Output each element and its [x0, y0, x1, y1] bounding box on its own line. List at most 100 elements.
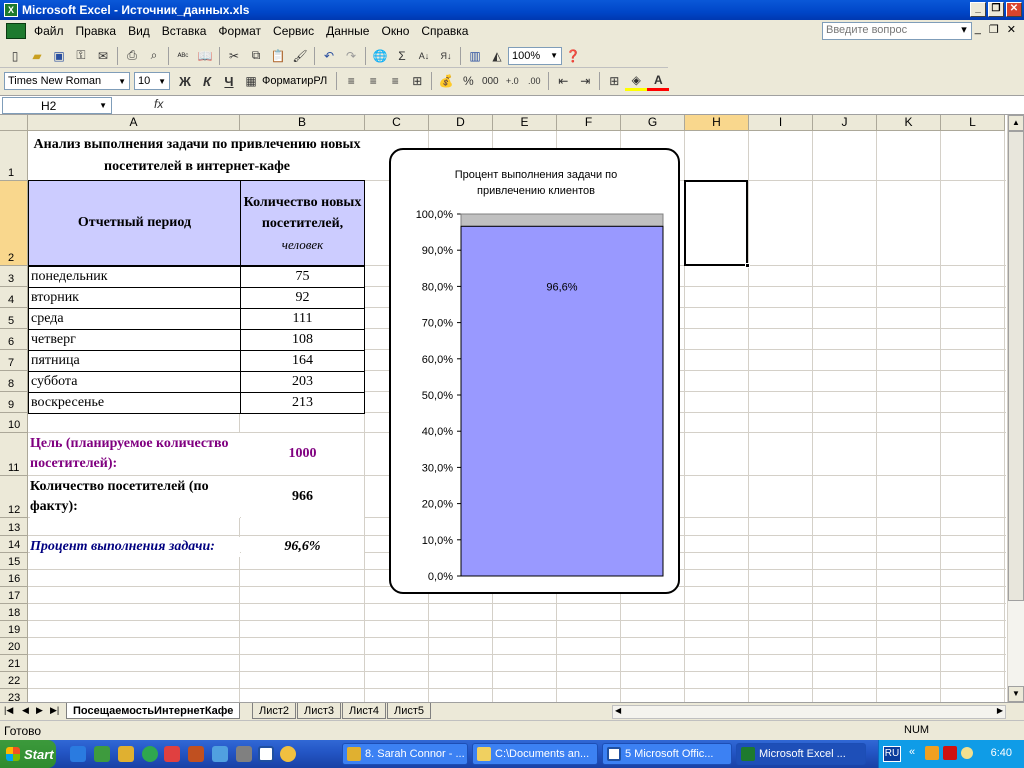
- doc-minimize-button[interactable]: _: [975, 23, 981, 36]
- task-excel[interactable]: Microsoft Excel ...: [736, 743, 866, 765]
- menu-edit[interactable]: Правка: [70, 24, 123, 38]
- column-header-l[interactable]: L: [941, 115, 1005, 131]
- first-sheet-icon[interactable]: |◀: [4, 705, 13, 716]
- row-header-19[interactable]: 19: [0, 621, 28, 638]
- column-header-f[interactable]: F: [557, 115, 621, 131]
- email-icon[interactable]: ✉: [92, 46, 114, 66]
- tab-visits[interactable]: ПосещаемостьИнтернетКафе: [66, 703, 241, 719]
- row-header-17[interactable]: 17: [0, 587, 28, 604]
- borders-icon[interactable]: ⊞: [603, 71, 625, 91]
- new-icon[interactable]: ▯: [4, 46, 26, 66]
- column-header-d[interactable]: D: [429, 115, 493, 131]
- format-painter-icon[interactable]: 🖌: [289, 46, 311, 66]
- column-header-k[interactable]: K: [877, 115, 941, 131]
- underline-button[interactable]: Ч: [218, 71, 240, 91]
- column-header-i[interactable]: I: [749, 115, 813, 131]
- column-header-g[interactable]: G: [621, 115, 685, 131]
- minimize-button[interactable]: _: [970, 2, 986, 17]
- increase-decimal-icon[interactable]: +.0: [501, 71, 523, 91]
- word-quick-icon[interactable]: [258, 746, 274, 762]
- doc-restore-button[interactable]: ❐: [989, 23, 999, 36]
- column-header-e[interactable]: E: [493, 115, 557, 131]
- row-header-7[interactable]: 7: [0, 350, 28, 371]
- scroll-down-icon[interactable]: ▼: [1008, 686, 1024, 702]
- row-header-5[interactable]: 5: [0, 308, 28, 329]
- row-header-3[interactable]: 3: [0, 266, 28, 287]
- currency-icon[interactable]: 💰: [435, 71, 457, 91]
- document-icon[interactable]: [6, 23, 26, 39]
- winamp-icon[interactable]: [118, 746, 134, 762]
- print-preview-icon[interactable]: ⌕: [143, 46, 165, 66]
- select-all-corner[interactable]: [0, 115, 28, 131]
- row-header-13[interactable]: 13: [0, 518, 28, 536]
- decrease-decimal-icon[interactable]: .00: [523, 71, 545, 91]
- row-header-4[interactable]: 4: [0, 287, 28, 308]
- column-header-c[interactable]: C: [365, 115, 429, 131]
- fill-color-icon[interactable]: ◈: [625, 71, 648, 91]
- fill-handle[interactable]: [745, 263, 750, 268]
- row-header-10[interactable]: 10: [0, 413, 28, 433]
- row-header-23[interactable]: 23: [0, 689, 28, 702]
- scroll-right-icon[interactable]: ▶: [997, 706, 1003, 715]
- menu-data[interactable]: Данные: [320, 24, 375, 38]
- row-header-20[interactable]: 20: [0, 638, 28, 655]
- task-sarah-connor[interactable]: 8. Sarah Connor - ...: [342, 743, 468, 765]
- scroll-up-icon[interactable]: ▲: [1008, 115, 1024, 131]
- menu-file[interactable]: Файл: [28, 24, 70, 38]
- tab-list2[interactable]: Лист2: [252, 703, 297, 719]
- name-box[interactable]: H2 ▼: [2, 97, 112, 114]
- chart-object[interactable]: Процент выполнения задачи по привлечению…: [389, 148, 680, 594]
- font-color-icon[interactable]: A: [647, 71, 670, 91]
- sort-descending-icon[interactable]: Я↓: [435, 46, 457, 66]
- drawing-icon[interactable]: ◭: [486, 46, 508, 66]
- task-office[interactable]: 5 Microsoft Offic...: [602, 743, 732, 765]
- permission-icon[interactable]: ⚿: [70, 46, 92, 66]
- style-icon[interactable]: ▦: [240, 71, 262, 91]
- increase-indent-icon[interactable]: ⇥: [574, 71, 596, 91]
- row-header-18[interactable]: 18: [0, 604, 28, 621]
- shield-app-icon[interactable]: [236, 746, 252, 762]
- align-center-icon[interactable]: ≡: [362, 71, 384, 91]
- row-header-16[interactable]: 16: [0, 570, 28, 587]
- menu-view[interactable]: Вид: [122, 24, 156, 38]
- column-header-h[interactable]: H: [685, 115, 749, 131]
- help-icon[interactable]: ❓: [562, 46, 584, 66]
- tab-list4[interactable]: Лист4: [342, 703, 387, 719]
- scroll-thumb[interactable]: [1008, 131, 1024, 601]
- hyperlink-icon[interactable]: 🌐: [369, 46, 391, 66]
- music-icon[interactable]: [212, 746, 228, 762]
- opera-icon[interactable]: [164, 746, 180, 762]
- align-right-icon[interactable]: ≡: [384, 71, 406, 91]
- close-button[interactable]: ✕: [1006, 2, 1022, 17]
- selected-cell-h2[interactable]: [684, 180, 750, 268]
- percent-style-button[interactable]: %: [457, 71, 479, 91]
- column-header-b[interactable]: B: [240, 115, 365, 131]
- clock-app-icon[interactable]: [280, 746, 296, 762]
- next-sheet-icon[interactable]: ▶: [36, 705, 43, 716]
- tray-app-icon[interactable]: [925, 746, 939, 760]
- last-sheet-icon[interactable]: ▶|: [50, 705, 59, 716]
- undo-icon[interactable]: ↶: [318, 46, 340, 66]
- row-header-11[interactable]: 11: [0, 433, 28, 476]
- media-player-icon[interactable]: [142, 746, 158, 762]
- sort-ascending-icon[interactable]: A↓: [413, 46, 435, 66]
- align-left-icon[interactable]: ≡: [340, 71, 362, 91]
- row-header-14[interactable]: 14: [0, 536, 28, 553]
- desktop-icon[interactable]: [94, 746, 110, 762]
- font-name-select[interactable]: Times New Roman ▼: [4, 72, 130, 90]
- task-documents[interactable]: C:\Documents an...: [472, 743, 598, 765]
- vertical-scrollbar[interactable]: ▲ ▼: [1007, 115, 1024, 702]
- paste-icon[interactable]: 📋: [267, 46, 289, 66]
- doc-dropdown-icon[interactable]: ▾: [961, 23, 967, 36]
- kaspersky-icon[interactable]: [943, 746, 957, 760]
- style-format-button[interactable]: ФорматирРЛ: [262, 75, 327, 87]
- restore-button[interactable]: ❐: [988, 2, 1004, 17]
- font-size-select[interactable]: 10 ▼: [134, 72, 170, 90]
- italic-button[interactable]: К: [196, 71, 218, 91]
- horizontal-scrollbar[interactable]: ◀ ▶: [612, 705, 1006, 719]
- ie-icon[interactable]: [70, 746, 86, 762]
- chart-wizard-icon[interactable]: ▥: [464, 46, 486, 66]
- row-header-15[interactable]: 15: [0, 553, 28, 570]
- row-header-8[interactable]: 8: [0, 371, 28, 392]
- volume-icon[interactable]: [961, 747, 973, 759]
